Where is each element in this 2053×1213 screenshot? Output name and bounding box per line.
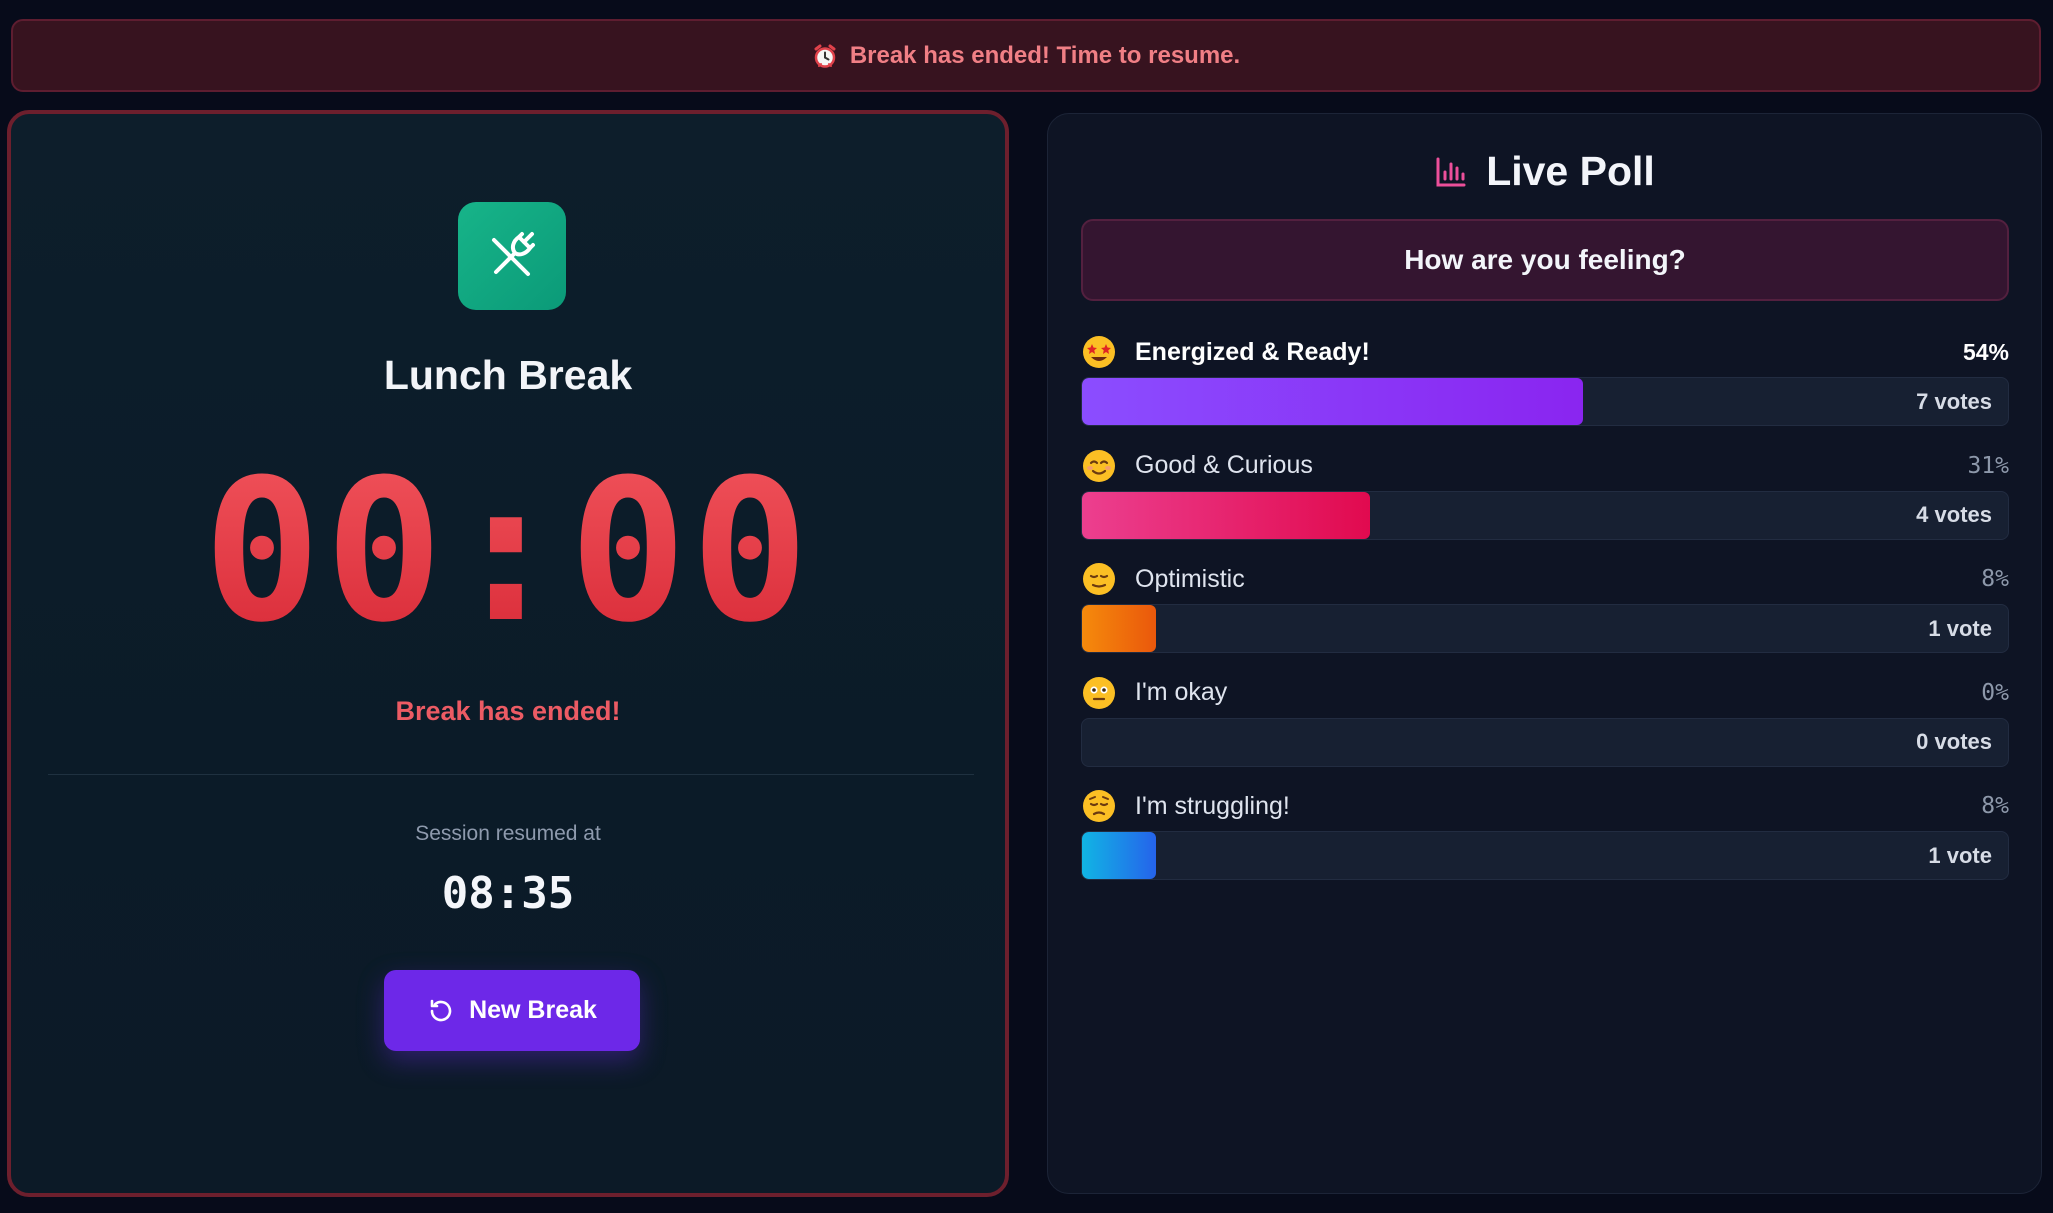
- session-resumed-label: Session resumed at: [415, 822, 601, 845]
- poll-option-percent: 8%: [1981, 566, 2009, 592]
- alarm-clock-icon: [814, 44, 836, 68]
- poll-option-label: I'm struggling!: [1135, 791, 1290, 820]
- poll-option-label: Optimistic: [1135, 564, 1245, 593]
- divider: [48, 774, 974, 775]
- pensive-emoji-icon: [1083, 790, 1115, 822]
- poll-option[interactable]: Good & Curious 31% 4 votes: [1081, 446, 2009, 552]
- poll-option-percent: 0%: [1981, 679, 2009, 706]
- poll-option-label: Good & Curious: [1135, 451, 1313, 479]
- poll-option-bar: 7 votes: [1081, 377, 2009, 426]
- poll-option-percent: 54%: [1962, 338, 2009, 365]
- session-resumed-time: 08:35: [441, 868, 575, 919]
- poll-option-bar: 4 votes: [1081, 490, 2009, 540]
- poll-option-percent: 31%: [1967, 452, 2009, 479]
- poll-option-header: Energized & Ready! 54%: [1081, 332, 2009, 372]
- poll-option-header: I'm okay 0%: [1081, 673, 2009, 713]
- new-break-button[interactable]: New Break: [384, 970, 640, 1051]
- banner-text: Break has ended! Time to resume.: [849, 41, 1241, 69]
- poll-option-fill: [1082, 605, 1156, 652]
- poll-option-header: Good & Curious 31%: [1081, 446, 2009, 486]
- poll-option[interactable]: I'm struggling! 8% 1 vote: [1081, 786, 2009, 892]
- break-status: Break has ended!: [395, 696, 621, 726]
- star-struck-emoji-icon: [1083, 336, 1115, 368]
- relieved-emoji-icon: [1083, 563, 1115, 595]
- poll-option-votes: 4 votes: [1916, 502, 1992, 527]
- poll-option-header: Optimistic 8%: [1081, 559, 2009, 599]
- poll-option-label: Energized & Ready!: [1135, 337, 1370, 366]
- poll-option-fill: [1082, 491, 1370, 539]
- poll-option-votes: 1 vote: [1928, 842, 1992, 868]
- poll-option-bar: 0 votes: [1081, 717, 2009, 767]
- break-timer-card: Lunch Break 00:00 Break has ended! Sessi…: [7, 110, 1009, 1197]
- restart-icon: [430, 999, 452, 1021]
- bar-chart-icon: [1436, 157, 1466, 186]
- poll-option-votes: 1 vote: [1928, 615, 1992, 641]
- poll-header: Live Poll: [1048, 148, 2041, 195]
- new-break-label: New Break: [469, 996, 597, 1024]
- poll-option[interactable]: Energized & Ready! 54% 7 votes: [1081, 332, 2009, 438]
- neutral-emoji-icon: [1083, 676, 1115, 709]
- break-ended-banner: Break has ended! Time to resume.: [11, 19, 2041, 92]
- poll-option-bar: 1 vote: [1081, 831, 2009, 880]
- smiling-emoji-icon: [1083, 449, 1115, 482]
- poll-option[interactable]: I'm okay 0% 0 votes: [1081, 673, 2009, 779]
- poll-title: Live Poll: [1486, 148, 1655, 194]
- poll-question: How are you feeling?: [1081, 219, 2009, 301]
- countdown-clock: 00:00: [11, 454, 1005, 650]
- poll-option-header: I'm struggling! 8%: [1081, 786, 2009, 826]
- utensils-icon: [458, 202, 566, 310]
- poll-option-label: I'm okay: [1135, 678, 1228, 706]
- live-poll-card: Live Poll How are you feeling? Energized…: [1047, 113, 2042, 1194]
- break-title: Lunch Break: [383, 352, 633, 398]
- poll-option[interactable]: Optimistic 8% 1 vote: [1081, 559, 2009, 665]
- poll-option-percent: 8%: [1981, 793, 2009, 819]
- poll-option-fill: [1082, 832, 1156, 879]
- poll-option-votes: 7 votes: [1916, 388, 1992, 414]
- poll-option-bar: 1 vote: [1081, 604, 2009, 653]
- poll-option-votes: 0 votes: [1916, 729, 1992, 754]
- poll-option-fill: [1082, 378, 1583, 425]
